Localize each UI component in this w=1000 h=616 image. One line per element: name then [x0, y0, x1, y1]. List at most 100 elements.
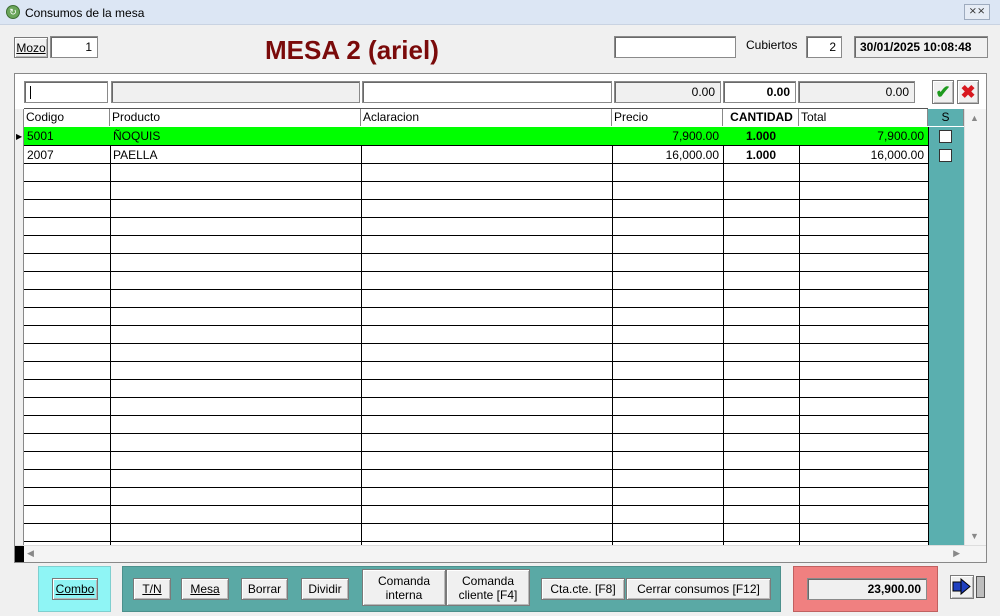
cell-cantidad: 1.000 — [745, 129, 777, 143]
mozo-field[interactable]: 1 — [50, 36, 98, 58]
mesa-label: Mesa — [190, 582, 220, 596]
total-panel: 23,900.00 — [793, 566, 938, 612]
cell-aclaracion — [361, 127, 612, 145]
mozo-button[interactable]: Mozo — [14, 37, 48, 58]
precio-input[interactable]: 0.00 — [614, 81, 721, 103]
grid-vline — [723, 127, 724, 545]
combo-button[interactable]: Combo — [52, 578, 98, 600]
comanda-cliente-button[interactable]: Comanda cliente [F4] — [446, 569, 530, 606]
col-header-producto[interactable]: Producto — [110, 109, 361, 126]
mozo-label: Mozo — [16, 40, 46, 55]
grid-hline — [24, 289, 928, 290]
close-button[interactable]: ⨯⨯ — [964, 4, 990, 20]
aclaracion-input[interactable] — [362, 81, 612, 103]
grid-body: 5001 ÑOQUIS 7,900.00 1.000 7,900.00 2007… — [24, 127, 964, 545]
cell-total: 7,900.00 — [877, 129, 924, 143]
scroll-right-icon[interactable]: ▶ — [953, 548, 960, 559]
grid-hline — [24, 361, 928, 362]
scroll-up-icon[interactable]: ▲ — [970, 113, 979, 123]
cantidad-input[interactable]: 0.00 — [723, 81, 796, 103]
actions-panel: T/N Mesa Borrar Dividir Comanda interna … — [122, 566, 781, 612]
row-indicator-column — [15, 109, 24, 545]
col-header-codigo[interactable]: Codigo — [24, 109, 110, 126]
dividir-button[interactable]: Dividir — [301, 578, 349, 600]
col-header-s[interactable]: S — [928, 109, 964, 126]
grid-vline — [799, 127, 800, 545]
cell-producto: PAELLA — [113, 148, 158, 162]
cell-codigo: 2007 — [27, 148, 54, 162]
scroll-down-icon[interactable]: ▼ — [970, 531, 979, 541]
borrar-button[interactable]: Borrar — [241, 578, 288, 600]
grid-hline — [24, 541, 928, 542]
cell-aclaracion — [361, 146, 612, 164]
grid-hline — [24, 235, 928, 236]
comanda-cliente-line1: Comanda — [461, 573, 515, 588]
horizontal-scrollbar[interactable]: ◀ ▶ — [15, 545, 986, 562]
mesa-button[interactable]: Mesa — [181, 578, 229, 600]
grid-hline — [24, 379, 928, 380]
comanda-cliente-line2: cliente [F4] — [458, 587, 518, 602]
grid-hline — [24, 397, 928, 398]
grid-hline — [24, 433, 928, 434]
grid-hline — [24, 253, 928, 254]
datetime-display: 30/01/2025 10:08:48 — [854, 36, 988, 58]
comanda-interna-button[interactable]: Comanda interna — [362, 569, 446, 606]
vertical-scrollbar[interactable]: ▲ ▼ — [964, 109, 986, 545]
grid-vline — [928, 127, 929, 545]
grid-hline — [24, 199, 928, 200]
total-display: 23,900.00 — [807, 578, 927, 600]
mesa-title: MESA 2 (ariel) — [265, 35, 439, 65]
cell-codigo: 5001 — [27, 129, 54, 143]
grid-hline — [24, 325, 928, 326]
grid-hline — [24, 271, 928, 272]
s-checkbox[interactable] — [939, 149, 952, 162]
grid-vline — [361, 127, 362, 545]
s-column-fill — [928, 127, 964, 545]
grid-vline — [110, 127, 111, 545]
grid-hline — [24, 523, 928, 524]
col-header-precio[interactable]: Precio — [612, 109, 723, 126]
cell-precio: 16,000.00 — [665, 148, 719, 162]
door-icon — [976, 576, 985, 598]
comanda-interna-line2: interna — [385, 587, 423, 602]
table-row[interactable]: 5001 ÑOQUIS 7,900.00 1.000 7,900.00 — [24, 127, 928, 145]
s-checkbox[interactable] — [939, 130, 952, 143]
grid-hline — [24, 505, 928, 506]
ctacte-button[interactable]: Cta.cte. [F8] — [541, 578, 625, 600]
text-cursor — [30, 85, 31, 99]
producto-input[interactable] — [111, 81, 360, 103]
cubiertos-field[interactable]: 2 — [806, 36, 842, 58]
total-input[interactable]: 0.00 — [798, 81, 915, 103]
col-header-cantidad[interactable]: CANTIDAD — [723, 109, 799, 126]
col-header-total[interactable]: Total — [799, 109, 928, 126]
grid-hline — [24, 451, 928, 452]
cell-producto: ÑOQUIS — [113, 129, 161, 143]
window-title: Consumos de la mesa — [25, 6, 145, 20]
grid-header: Codigo Producto Aclaracion Precio CANTID… — [24, 109, 964, 126]
grid-hline — [24, 487, 928, 488]
combo-panel: Combo — [38, 566, 111, 612]
current-row-marker-icon: ▶ — [16, 132, 23, 141]
tn-label: T/N — [142, 582, 162, 596]
cell-precio: 7,900.00 — [672, 129, 719, 143]
comanda-interna-line1: Comanda — [377, 573, 431, 588]
grid-hline — [24, 181, 928, 182]
grid-hline — [24, 343, 928, 344]
cell-cantidad: 1.000 — [745, 148, 777, 162]
grid-hline — [24, 469, 928, 470]
check-icon[interactable]: ✔ — [932, 80, 954, 104]
grid-vline — [612, 127, 613, 545]
scroll-left-icon[interactable]: ◀ — [27, 548, 34, 559]
codigo-input[interactable] — [24, 81, 108, 103]
exit-door-icon[interactable] — [950, 575, 974, 599]
table-row[interactable]: 2007 PAELLA 16,000.00 1.000 16,000.00 — [24, 146, 928, 164]
tn-button[interactable]: T/N — [133, 578, 171, 600]
x-icon[interactable]: ✖ — [957, 80, 979, 104]
cell-total: 16,000.00 — [870, 148, 924, 162]
grid-corner — [15, 546, 24, 562]
col-header-aclaracion[interactable]: Aclaracion — [361, 109, 612, 126]
search-field[interactable] — [614, 36, 736, 58]
cerrar-consumos-button[interactable]: Cerrar consumos [F12] — [626, 578, 771, 600]
grid-hline — [24, 415, 928, 416]
grid-hline — [24, 307, 928, 308]
